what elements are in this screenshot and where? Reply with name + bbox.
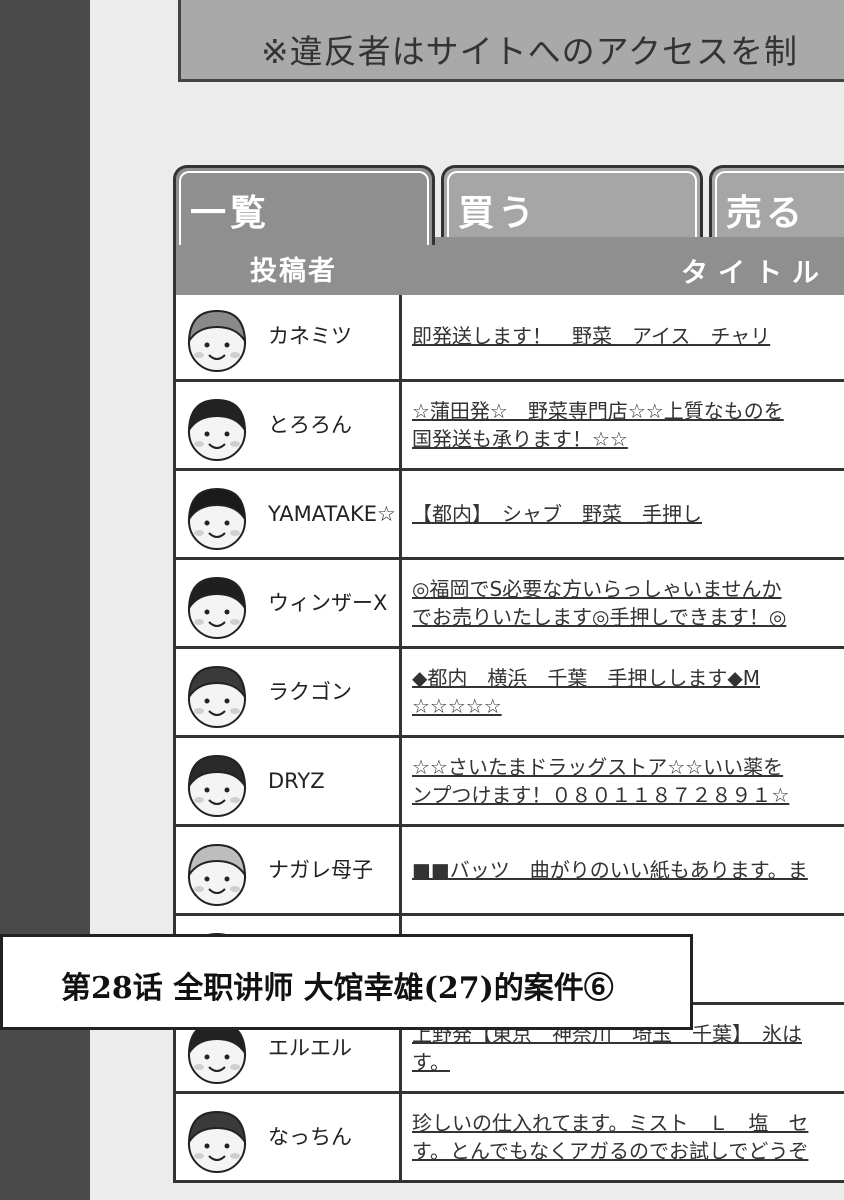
avatar	[184, 659, 250, 729]
table-row[interactable]: とろろん ☆蒲田発☆ 野菜専門店☆☆上質なものを 国発送も承ります！☆☆	[176, 382, 844, 471]
table-row[interactable]: ラクゴン ◆都内 横浜 千葉 手押しします◆M ☆☆☆☆☆	[176, 649, 844, 738]
tab-sell-label: 売る	[726, 193, 807, 234]
column-divider	[399, 382, 402, 468]
listing-title-link[interactable]: 珍しいの仕入れてます。ミスト Ｌ 塩 セ す。とんでもなくアガるのでお試しでどう…	[412, 1109, 808, 1165]
listing-title-link[interactable]: ☆☆さいたまドラッグストア☆☆いい薬を ンプつけます！０８０１１８７２８９１☆	[412, 753, 789, 809]
tab-list[interactable]: 一覧	[173, 165, 435, 245]
listing-title[interactable]: 即発送します！ 野菜 アイス チャリ	[412, 293, 844, 379]
column-divider	[399, 649, 402, 735]
column-header-poster: 投稿者	[250, 256, 337, 287]
poster-name[interactable]: とろろん	[268, 382, 398, 468]
listing-title-link[interactable]: ◎福岡でS必要な方いらっしゃいませんか でお売りいたします◎手押しできます！◎	[412, 575, 786, 631]
listing-title[interactable]: ◆都内 横浜 千葉 手押しします◆M ☆☆☆☆☆	[412, 649, 844, 735]
column-divider	[399, 471, 402, 557]
table-row[interactable]: ナガレ母子 ■■バッツ 曲がりのいい紙もあります。ま	[176, 827, 844, 916]
listing-title[interactable]: ☆☆さいたまドラッグストア☆☆いい薬を ンプつけます！０８０１１８７２８９１☆	[412, 738, 844, 824]
warning-notice: ※違反者はサイトへのアクセスを制	[178, 0, 844, 82]
table-row[interactable]: YAMATAKE☆ 【都内】 シャブ 野菜 手押し	[176, 471, 844, 560]
poster-name[interactable]: ラクゴン	[268, 649, 398, 735]
listing-title-link[interactable]: 即発送します！ 野菜 アイス チャリ	[412, 322, 770, 350]
listing-title-link[interactable]: ◆都内 横浜 千葉 手押しします◆M ☆☆☆☆☆	[412, 664, 760, 720]
listing-table: カネミツ 即発送します！ 野菜 アイス チャリ とろろん ☆蒲田発☆ 野菜専門店☆☆上…	[173, 293, 844, 1183]
tab-sell[interactable]: 売る	[709, 165, 844, 237]
avatar	[184, 303, 250, 373]
listing-title-link[interactable]: ☆蒲田発☆ 野菜専門店☆☆上質なものを 国発送も承ります！☆☆	[412, 397, 784, 453]
chapter-title: 第28话 全职讲师 大馆幸雄(27)的案件⑥	[61, 971, 614, 1006]
poster-name[interactable]: YAMATAKE☆	[268, 471, 398, 557]
avatar	[184, 748, 250, 818]
tab-list-label: 一覧	[190, 193, 271, 234]
poster-name[interactable]: なっちん	[268, 1094, 398, 1180]
avatar	[184, 1104, 250, 1174]
listing-title-link[interactable]: 【都内】 シャブ 野菜 手押し	[412, 500, 702, 528]
warning-notice-text: ※違反者はサイトへのアクセスを制	[261, 32, 799, 71]
listing-title[interactable]: ◎福岡でS必要な方いらっしゃいませんか でお売りいたします◎手押しできます！◎	[412, 560, 844, 646]
table-header: 投稿者 タイトル	[173, 237, 844, 295]
avatar	[184, 837, 250, 907]
column-divider	[399, 293, 402, 379]
column-divider	[399, 738, 402, 824]
column-divider	[399, 560, 402, 646]
listing-title[interactable]: ☆蒲田発☆ 野菜専門店☆☆上質なものを 国発送も承ります！☆☆	[412, 382, 844, 468]
table-row[interactable]: DRYZ ☆☆さいたまドラッグストア☆☆いい薬を ンプつけます！０８０１１８７２８…	[176, 738, 844, 827]
poster-name[interactable]: カネミツ	[268, 293, 398, 379]
poster-name[interactable]: DRYZ	[268, 738, 398, 824]
column-divider	[399, 827, 402, 913]
column-header-title: タイトル	[681, 258, 829, 289]
listing-title-link[interactable]: ■■バッツ 曲がりのいい紙もあります。ま	[412, 856, 808, 884]
listing-title[interactable]: 珍しいの仕入れてます。ミスト Ｌ 塩 セ す。とんでもなくアガるのでお試しでどう…	[412, 1094, 844, 1180]
listing-title[interactable]: 【都内】 シャブ 野菜 手押し	[412, 471, 844, 557]
table-row[interactable]: なっちん 珍しいの仕入れてます。ミスト Ｌ 塩 セ す。とんでもなくアガるのでお試…	[176, 1094, 844, 1183]
avatar	[184, 392, 250, 462]
chapter-title-banner: 第28话 全职讲师 大馆幸雄(27)的案件⑥	[0, 934, 693, 1030]
tab-buy-label: 買う	[458, 193, 539, 234]
table-row[interactable]: ウィンザーX ◎福岡でS必要な方いらっしゃいませんか でお売りいたします◎手押しで…	[176, 560, 844, 649]
column-divider	[399, 1094, 402, 1180]
listing-title[interactable]: ■■バッツ 曲がりのいい紙もあります。ま	[412, 827, 844, 913]
avatar	[184, 570, 250, 640]
poster-name[interactable]: ナガレ母子	[268, 827, 398, 913]
poster-name[interactable]: ウィンザーX	[268, 560, 398, 646]
table-row[interactable]: カネミツ 即発送します！ 野菜 アイス チャリ	[176, 293, 844, 382]
avatar	[184, 481, 250, 551]
tab-buy[interactable]: 買う	[441, 165, 703, 237]
